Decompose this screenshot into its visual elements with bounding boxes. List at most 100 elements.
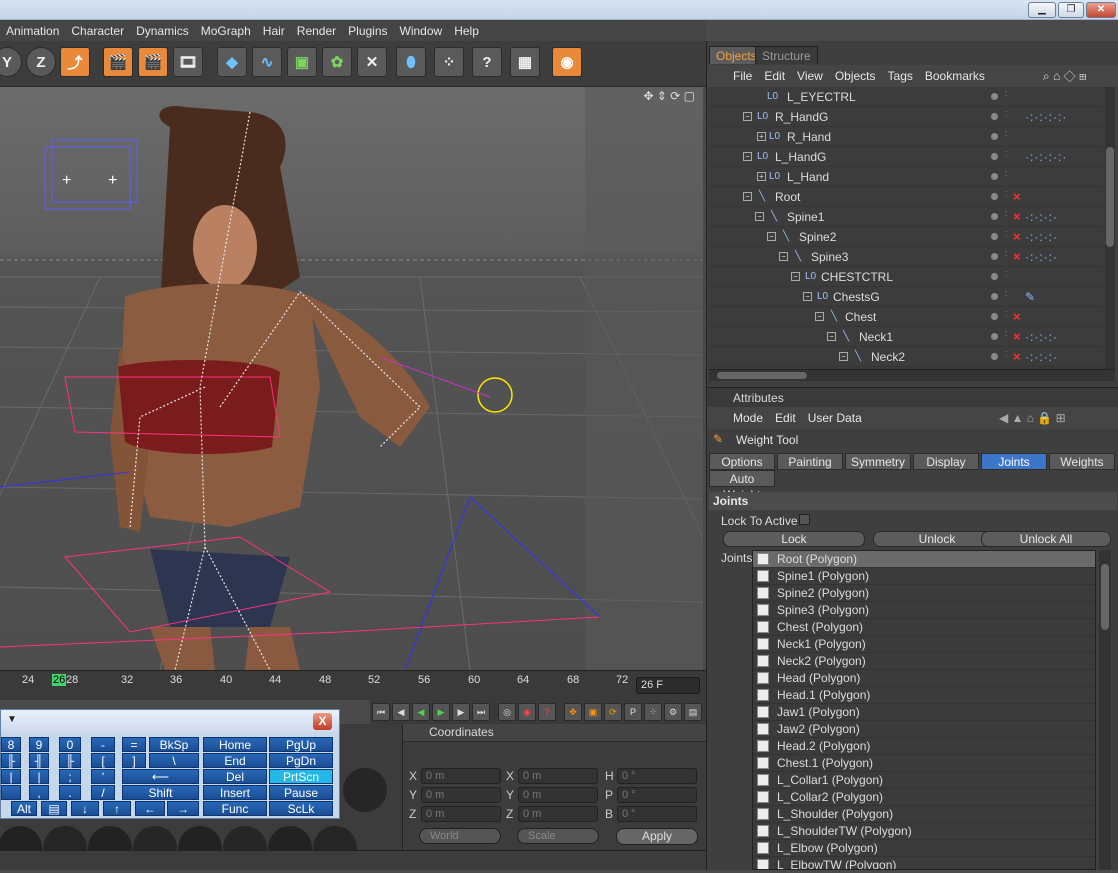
- joint-checkbox[interactable]: [757, 672, 769, 684]
- osk-key[interactable]: →: [167, 801, 199, 816]
- nav-arrows-icon[interactable]: ◀ ▲ ⌂ 🔒 ⊞: [999, 411, 1066, 425]
- axis-z-toggle[interactable]: Z: [26, 47, 56, 77]
- tree-row[interactable]: − ╲ Root: ×: [709, 187, 1103, 207]
- osk-key[interactable]: ╢: [29, 753, 49, 768]
- joint-checkbox[interactable]: [757, 587, 769, 599]
- collapse-icon[interactable]: −: [755, 212, 764, 221]
- tree-row[interactable]: − ╲ Neck1: × ·:·:·:·: [709, 327, 1103, 347]
- deformer-icon[interactable]: ✕: [357, 47, 387, 77]
- osk-key[interactable]: Del: [203, 769, 267, 784]
- osk-key[interactable]: Shift: [122, 785, 199, 800]
- array-icon[interactable]: ✿: [322, 47, 352, 77]
- osk-key[interactable]: 9: [29, 737, 49, 752]
- layout-help-icon[interactable]: ▦: [510, 47, 540, 77]
- joint-checkbox[interactable]: [757, 553, 769, 565]
- tree-row[interactable]: − L0 ChestsG: ✎: [709, 287, 1103, 307]
- lock-to-active-checkbox[interactable]: [799, 514, 810, 525]
- list-item[interactable]: Neck2 (Polygon): [753, 653, 1095, 670]
- tab-auto-weight[interactable]: Auto Weight: [709, 470, 775, 502]
- tree-horizontal-scrollbar[interactable]: [709, 369, 1115, 381]
- size-x-field[interactable]: 0 m: [518, 768, 598, 784]
- osk-key[interactable]: ←: [135, 801, 165, 816]
- menu-mograph[interactable]: MoGraph: [195, 24, 257, 38]
- osk-key[interactable]: Home: [203, 737, 267, 752]
- record-toggle-icon[interactable]: ◎: [498, 703, 516, 721]
- osk-key[interactable]: ,: [29, 785, 49, 800]
- menu-plugins[interactable]: Plugins: [342, 24, 393, 38]
- axis-y-toggle[interactable]: Y: [0, 47, 22, 77]
- tab-weights[interactable]: Weights: [1049, 453, 1115, 470]
- objects-menu-bookmarks[interactable]: Bookmarks: [925, 69, 985, 83]
- menu-window[interactable]: Window: [394, 24, 449, 38]
- rot-p-field[interactable]: 0 °: [617, 787, 697, 803]
- list-item[interactable]: L_ShoulderTW (Polygon): [753, 823, 1095, 840]
- apply-button[interactable]: Apply: [616, 828, 698, 845]
- tab-joints[interactable]: Joints: [981, 453, 1047, 470]
- list-item[interactable]: Head.1 (Polygon): [753, 687, 1095, 704]
- joint-checkbox[interactable]: [757, 740, 769, 752]
- collapse-icon[interactable]: −: [743, 152, 752, 161]
- list-item[interactable]: L_ElbowTW (Polygon): [753, 857, 1095, 869]
- menu-dynamics[interactable]: Dynamics: [130, 24, 195, 38]
- render-picture-viewer-icon[interactable]: 🎬: [138, 47, 168, 77]
- osk-key-prtscn[interactable]: PrtScn: [269, 769, 333, 784]
- collapse-icon[interactable]: −: [779, 252, 788, 261]
- minimize-button[interactable]: ▁: [1028, 2, 1056, 18]
- objects-menu-view[interactable]: View: [797, 69, 823, 83]
- osk-key[interactable]: ScLk: [269, 801, 333, 816]
- osk-key[interactable]: ↓: [71, 801, 99, 816]
- expand-icon[interactable]: +: [757, 132, 766, 141]
- restore-button[interactable]: ❐: [1058, 2, 1084, 18]
- tree-row[interactable]: − L0 L_HandG: ·:·:·:·:·: [709, 147, 1103, 167]
- osk-key[interactable]: /: [91, 785, 115, 800]
- list-item[interactable]: L_Shoulder (Polygon): [753, 806, 1095, 823]
- osk-key[interactable]: PgDn: [269, 753, 333, 768]
- particle-icon[interactable]: ⁘: [434, 47, 464, 77]
- joint-checkbox[interactable]: [757, 808, 769, 820]
- osk-key[interactable]: 8: [1, 737, 21, 752]
- size-y-field[interactable]: 0 m: [518, 787, 598, 803]
- osk-key[interactable]: Pause: [269, 785, 333, 800]
- tab-structure[interactable]: Structure: [755, 46, 818, 64]
- size-mode-dropdown[interactable]: Scale: [517, 828, 599, 844]
- collapse-icon[interactable]: −: [803, 292, 812, 301]
- osk-key[interactable]: [: [91, 753, 115, 768]
- attributes-menu-userdata[interactable]: User Data: [808, 411, 862, 425]
- joint-checkbox[interactable]: [757, 655, 769, 667]
- goto-start-button[interactable]: ⏮: [372, 703, 390, 721]
- scene-object-icon[interactable]: ⬮: [396, 47, 426, 77]
- current-frame-field[interactable]: 26 F: [636, 677, 700, 694]
- tree-row[interactable]: − ╲ Neck2: × ·:·:·:·: [709, 347, 1103, 367]
- joint-checkbox[interactable]: [757, 791, 769, 803]
- tree-row[interactable]: − ╲ Spine3: × ·:·:·:·: [709, 247, 1103, 267]
- list-item[interactable]: Chest (Polygon): [753, 619, 1095, 636]
- attributes-menu-mode[interactable]: Mode: [733, 411, 763, 425]
- menu-key-icon[interactable]: ▤: [41, 801, 67, 816]
- tree-row[interactable]: − L0 CHESTCTRL:: [709, 267, 1103, 287]
- objects-menu-objects[interactable]: Objects: [835, 69, 876, 83]
- coordinate-system-icon[interactable]: ⤴: [60, 47, 90, 77]
- tree-row[interactable]: − ╲ Spine1: × ·:·:·:·: [709, 207, 1103, 227]
- list-item[interactable]: Spine1 (Polygon): [753, 568, 1095, 585]
- list-item[interactable]: Spine3 (Polygon): [753, 602, 1095, 619]
- move-key-icon[interactable]: ✥: [564, 703, 582, 721]
- tab-display[interactable]: Display: [913, 453, 979, 470]
- osk-key[interactable]: -: [91, 737, 115, 752]
- osk-key[interactable]: Insert: [203, 785, 267, 800]
- joint-checkbox[interactable]: [757, 859, 769, 869]
- list-item[interactable]: L_Collar1 (Polygon): [753, 772, 1095, 789]
- rot-h-field[interactable]: 0 °: [617, 768, 697, 784]
- joint-checkbox[interactable]: [757, 774, 769, 786]
- osk-key[interactable]: [1, 785, 21, 800]
- osk-key[interactable]: ╟: [59, 753, 81, 768]
- rot-b-field[interactable]: 0 °: [617, 806, 697, 822]
- joint-checkbox[interactable]: [757, 842, 769, 854]
- tree-row[interactable]: − ╲ Spine2: × ·:·:·:·: [709, 227, 1103, 247]
- chevron-down-icon[interactable]: ▼: [7, 714, 17, 725]
- collapse-icon[interactable]: −: [743, 112, 752, 121]
- param-key-icon[interactable]: P: [624, 703, 642, 721]
- osk-key[interactable]: ╟: [1, 753, 21, 768]
- osk-key[interactable]: \: [149, 753, 199, 768]
- collapse-icon[interactable]: −: [767, 232, 776, 241]
- timeline-options-icon[interactable]: ⚙: [664, 703, 682, 721]
